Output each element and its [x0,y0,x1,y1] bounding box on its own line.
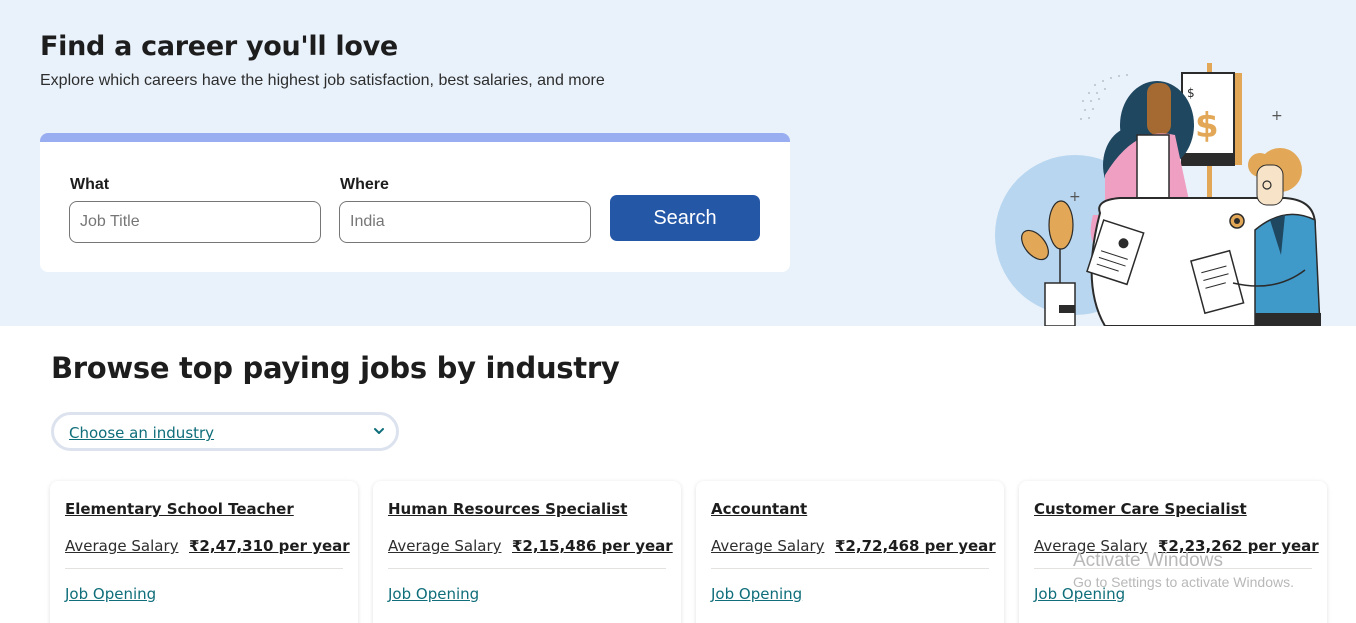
page-subtitle: Explore which careers have the highest j… [40,72,605,89]
search-card: What Where Search [40,133,790,272]
job-card: Elementary School Teacher Average Salary… [50,481,358,623]
where-label: Where [340,176,389,193]
divider [65,568,343,569]
location-input[interactable] [339,201,591,243]
man-belt [1255,313,1321,326]
search-card-accent-bar [40,133,790,142]
hero-banner: Find a career you'll love Explore which … [0,0,1356,326]
woman-face [1147,83,1171,135]
industry-dropdown[interactable]: Choose an industry [51,412,399,451]
average-salary-label[interactable]: Average Salary [65,537,178,555]
average-salary-value[interactable]: ₹2,47,310 per year [189,537,350,555]
job-title-input[interactable] [69,201,321,243]
chevron-down-icon [374,428,384,434]
plant-pot [1044,282,1076,326]
average-salary-value[interactable]: ₹2,72,468 per year [835,537,996,555]
search-button[interactable]: Search [610,195,760,241]
job-card: Accountant Average Salary ₹2,72,468 per … [696,481,1004,623]
average-salary-label[interactable]: Average Salary [711,537,824,555]
sign-base [1182,153,1234,165]
man-face [1256,164,1284,206]
watermark-subtitle: Go to Settings to activate Windows. [1073,574,1294,590]
dot-pattern [1080,74,1128,120]
job-opening-link[interactable]: Job Opening [388,585,479,603]
job-title-link[interactable]: Customer Care Specialist [1034,500,1247,518]
job-opening-link[interactable]: Job Opening [65,585,156,603]
average-salary-value[interactable]: ₹2,15,486 per year [512,537,673,555]
activate-windows-watermark: Activate Windows Go to Settings to activ… [1073,550,1294,590]
coffee-icon [1234,218,1240,224]
woman-shirt [1136,134,1170,206]
what-label: What [70,176,110,193]
dollar-icon: $ [1187,86,1195,100]
job-opening-link[interactable]: Job Opening [711,585,802,603]
industry-dropdown-label: Choose an industry [69,424,215,442]
job-title-link[interactable]: Elementary School Teacher [65,500,294,518]
job-title-link[interactable]: Accountant [711,500,807,518]
job-card: Human Resources Specialist Average Salar… [373,481,681,623]
man-shirt [1254,213,1321,326]
divider [388,568,666,569]
page-title: Find a career you'll love [40,31,398,62]
dollar-icon: $ [1195,106,1219,146]
pot-handle [1059,305,1075,313]
career-illustration: + + $ $ [995,63,1321,326]
plus-mark: + [1069,189,1081,205]
average-salary-label[interactable]: Average Salary [388,537,501,555]
watermark-title: Activate Windows [1073,550,1223,571]
section-title: Browse top paying jobs by industry [51,351,620,385]
divider [711,568,989,569]
job-title-link[interactable]: Human Resources Specialist [388,500,627,518]
leaf-icon [1048,200,1074,250]
plus-mark: + [1271,108,1283,124]
